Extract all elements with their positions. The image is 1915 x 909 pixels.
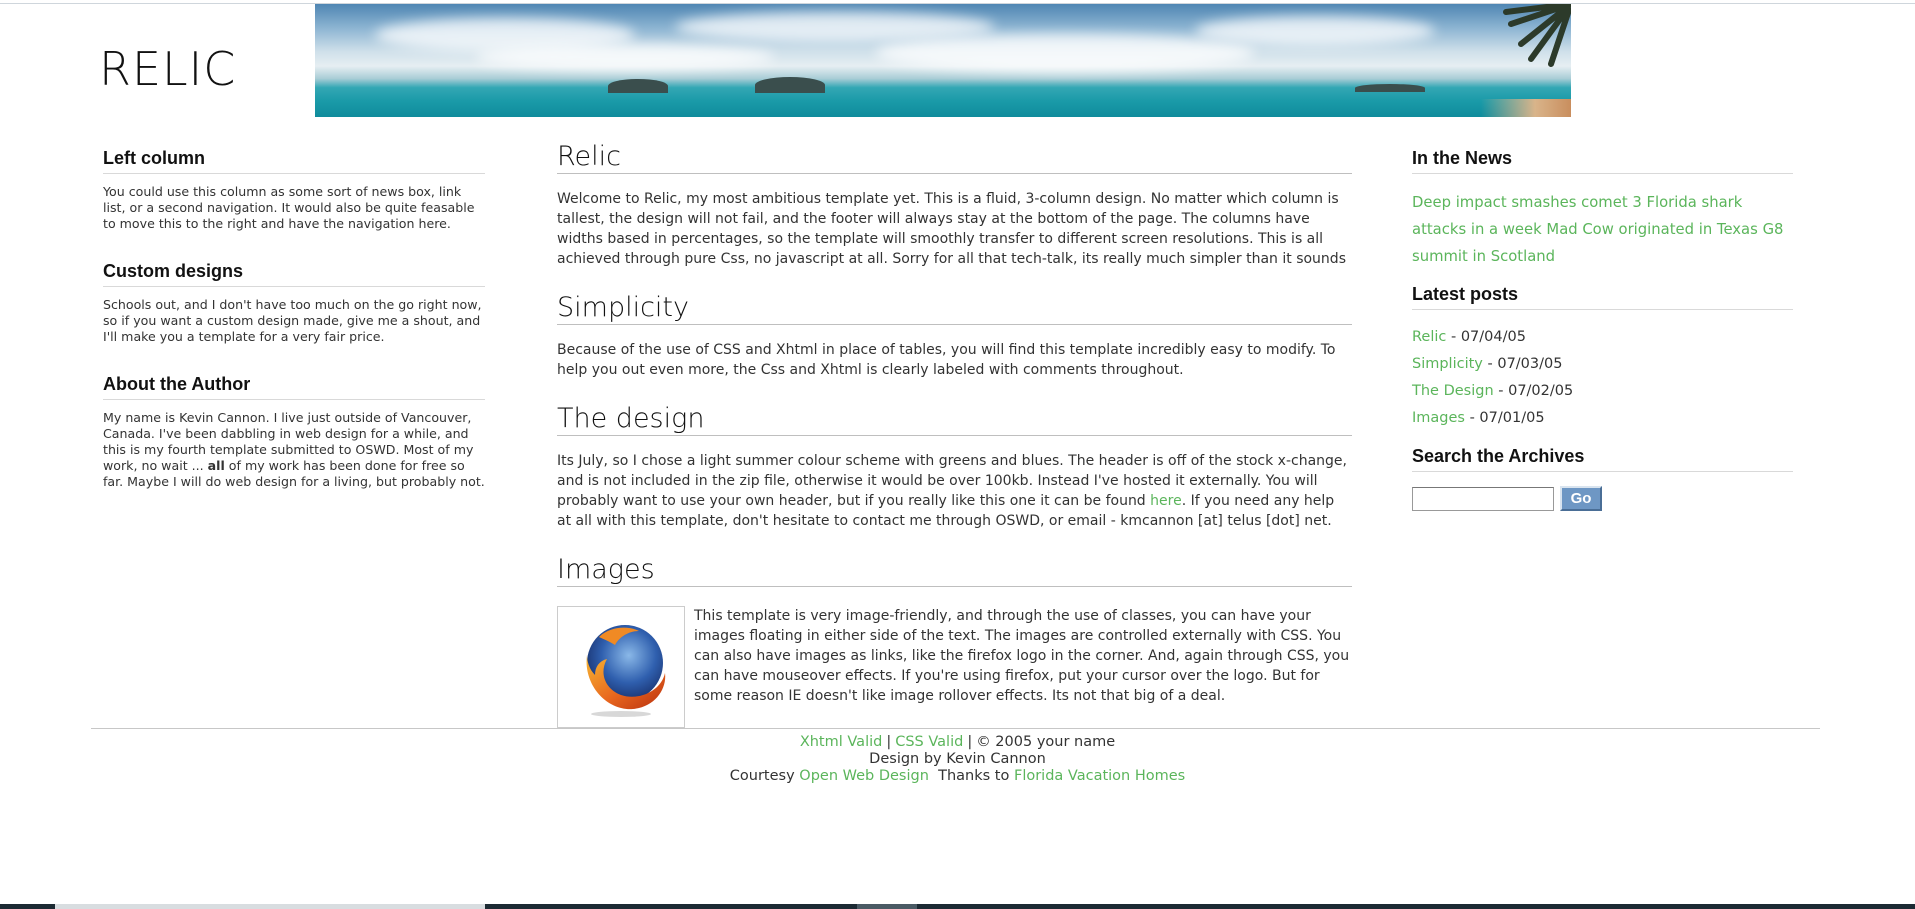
footer: Xhtml Valid | CSS Valid | © 2005 your name D… (0, 734, 1915, 785)
firefox-logo-link[interactable] (557, 606, 685, 728)
section-text-design: Its July, so I chose a light summer colo… (557, 451, 1352, 531)
about-author-heading: About the Author (103, 374, 485, 400)
open-web-design-link[interactable]: Open Web Design (799, 768, 929, 784)
footer-divider (91, 728, 1820, 729)
post-item: Images - 07/01/05 (1412, 405, 1793, 432)
custom-designs-block: Custom designs Schools out, and I don't … (103, 261, 485, 345)
about-author-bold-word: all (207, 458, 225, 473)
left-column-heading: Left column (103, 148, 485, 174)
news-block: In the News Deep impact smashes comet 3 … (1412, 148, 1793, 270)
thanks-label: Thanks to (938, 768, 1010, 784)
custom-designs-text: Schools out, and I don't have too much o… (103, 297, 482, 344)
left-column-text: You could use this column as some sort o… (103, 184, 475, 231)
section-text-relic: Welcome to Relic, my most ambitious temp… (557, 191, 1346, 267)
xhtml-valid-link[interactable]: Xhtml Valid (800, 734, 883, 750)
copyright-text: © 2005 your name (976, 734, 1116, 750)
search-go-button[interactable]: Go (1560, 486, 1602, 511)
site-logo[interactable]: RELIC (99, 42, 236, 96)
florida-vacation-homes-link[interactable]: Florida Vacation Homes (1014, 768, 1185, 784)
latest-posts-block: Latest posts Relic - 07/04/05 Simplicity… (1412, 284, 1793, 432)
footer-separator: | (967, 734, 973, 750)
post-link[interactable]: Relic (1412, 329, 1446, 345)
design-credit: Design by Kevin Cannon (869, 751, 1046, 767)
footer-validation-line: Xhtml Valid | CSS Valid | © 2005 your name (0, 734, 1915, 751)
search-form: Go (1412, 486, 1793, 511)
latest-posts-heading: Latest posts (1412, 284, 1793, 310)
post-item: The Design - 07/02/05 (1412, 378, 1793, 405)
header-banner-image (315, 4, 1571, 117)
footer-courtesy-line: Courtesy Open Web Design Thanks to Flori… (0, 768, 1915, 785)
left-sidebar: Left column You could use this column as… (103, 148, 485, 519)
os-taskbar (0, 904, 1915, 909)
courtesy-label: Courtesy (729, 768, 795, 784)
search-block: Search the Archives Go (1412, 446, 1793, 511)
palm-tree-icon (1503, 4, 1571, 67)
about-author-text: My name is Kevin Cannon. I live just out… (103, 410, 485, 490)
news-links: Deep impact smashes comet 3 Florida shar… (1412, 189, 1793, 270)
right-sidebar: In the News Deep impact smashes comet 3 … (1412, 148, 1793, 525)
section-heading-design: The design (557, 403, 1352, 436)
post-date: - 07/02/05 (1493, 383, 1574, 399)
images-section: This template is very image-friendly, an… (557, 606, 1352, 728)
post-date: - 07/04/05 (1446, 329, 1526, 345)
section-heading-relic: Relic (557, 141, 1352, 174)
news-link[interactable]: Mad Cow originated in Texas (1546, 221, 1757, 238)
search-input[interactable] (1412, 486, 1554, 511)
news-heading: In the News (1412, 148, 1793, 174)
post-item: Simplicity - 07/03/05 (1412, 351, 1793, 378)
latest-posts-list: Relic - 07/04/05 Simplicity - 07/03/05 T… (1412, 324, 1793, 432)
section-heading-images: Images (557, 554, 1352, 587)
search-heading: Search the Archives (1412, 446, 1793, 472)
header-source-link[interactable]: here (1150, 493, 1182, 509)
css-valid-link[interactable]: CSS Valid (895, 734, 963, 750)
post-link[interactable]: Images (1412, 410, 1465, 426)
about-author-block: About the Author My name is Kevin Cannon… (103, 374, 485, 490)
post-item: Relic - 07/04/05 (1412, 324, 1793, 351)
left-column-block: Left column You could use this column as… (103, 148, 485, 232)
custom-designs-heading: Custom designs (103, 261, 485, 287)
post-link[interactable]: Simplicity (1412, 356, 1483, 372)
post-link[interactable]: The Design (1412, 383, 1494, 399)
post-date: - 07/03/05 (1482, 356, 1563, 372)
section-heading-simplicity: Simplicity (557, 292, 1352, 325)
firefox-logo-icon (586, 625, 666, 717)
post-date: - 07/01/05 (1464, 410, 1545, 426)
news-link[interactable]: Deep impact smashes comet (1412, 194, 1628, 211)
main-content: Relic Welcome to Relic, my most ambitiou… (557, 141, 1352, 729)
footer-separator: | (886, 734, 892, 750)
section-text-simplicity: Because of the use of CSS and Xhtml in p… (557, 342, 1336, 378)
